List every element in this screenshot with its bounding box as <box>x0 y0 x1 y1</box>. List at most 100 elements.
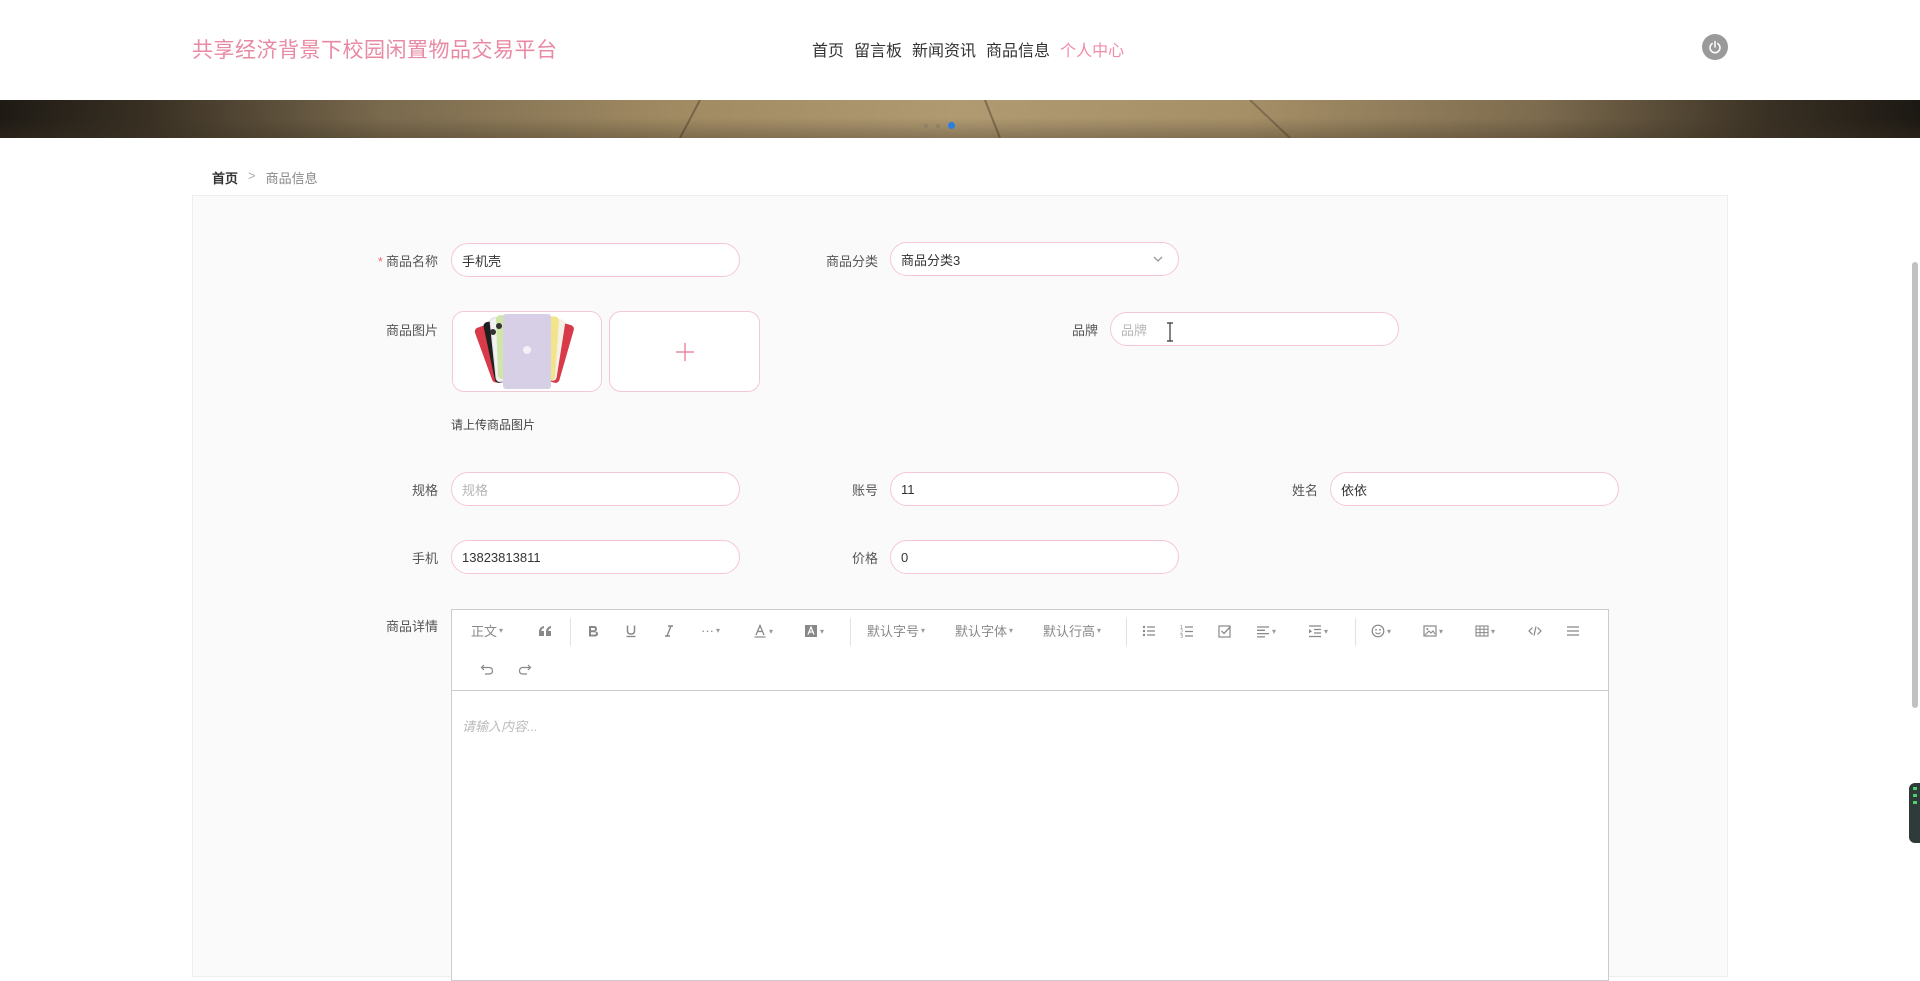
numbered-list-button[interactable]: 123 <box>1180 620 1194 642</box>
price-label: 价格 <box>851 551 878 566</box>
breadcrumb-home[interactable]: 首页 <box>212 168 238 187</box>
indicator-icon <box>1913 801 1917 804</box>
bold-icon <box>589 626 598 637</box>
plus-icon <box>675 342 694 361</box>
upload-tip: 请上传商品图片 <box>451 418 536 432</box>
nav-item-home[interactable]: 首页 <box>812 37 844 61</box>
indicator-icon <box>1913 794 1917 797</box>
price-value: 0 <box>901 549 909 565</box>
spec-label: 规格 <box>411 483 438 498</box>
checkbox-icon <box>1218 625 1231 638</box>
spec-input[interactable]: 规格 <box>451 472 740 506</box>
image-button[interactable]: ▾ <box>1423 620 1443 642</box>
account-label: 账号 <box>851 483 878 498</box>
rich-text-editor[interactable]: 正文▾ ···▾ ▾ ▾ 默认字号▾ 默认字体▾ 默认行高▾ 123 <box>451 609 1609 981</box>
banner-floor-lines <box>679 100 1291 138</box>
undo-button[interactable] <box>480 658 494 680</box>
category-value: 商品分类3 <box>901 252 961 268</box>
divider-line-button[interactable] <box>1566 620 1580 642</box>
font-family-select[interactable]: 默认字体 ▾ <box>955 619 1013 641</box>
redo-button[interactable] <box>518 658 532 680</box>
detail-label: 商品详情 <box>385 619 438 634</box>
nav-item-personal-center[interactable]: 个人中心 <box>1060 37 1124 61</box>
heading-select-label: 正文 <box>471 623 498 639</box>
breadcrumb-separator: > <box>248 168 256 183</box>
blockquote-button[interactable] <box>538 620 552 642</box>
code-icon <box>1528 626 1542 636</box>
indent-button[interactable]: ▾ <box>1308 620 1328 642</box>
background-color-button[interactable]: ▾ <box>804 620 824 642</box>
required-mark: * <box>377 254 383 269</box>
nav-item-news[interactable]: 新闻资讯 <box>912 37 976 61</box>
bulleted-list-icon <box>1142 625 1155 637</box>
carousel-dot[interactable] <box>924 123 928 128</box>
carousel-indicators <box>924 122 955 129</box>
table-icon <box>1475 625 1489 637</box>
nav-item-products[interactable]: 商品信息 <box>986 37 1050 61</box>
toolbar-divider <box>850 618 851 646</box>
page-scrollbar[interactable] <box>1912 262 1918 708</box>
quote-icon <box>539 626 551 636</box>
category-select[interactable]: 商品分类3 <box>890 242 1179 276</box>
nav-item-message-board[interactable]: 留言板 <box>854 37 902 61</box>
ellipsis-icon: ··· <box>701 622 714 638</box>
price-input[interactable]: 0 <box>890 540 1179 574</box>
italic-icon <box>665 625 673 637</box>
font-family-label: 默认字体 <box>955 623 1008 639</box>
background-color-icon <box>805 625 817 637</box>
align-button[interactable]: ▾ <box>1256 620 1276 642</box>
indicator-icon <box>1913 787 1917 790</box>
more-format-button[interactable]: ··· ▾ <box>701 619 720 641</box>
phone-case-image <box>453 312 601 391</box>
font-color-button[interactable]: ▾ <box>753 620 773 642</box>
category-label: 商品分类 <box>825 254 878 269</box>
product-name-label-text: 商品名称 <box>385 254 438 269</box>
horizontal-rule-icon <box>1567 626 1579 636</box>
phone-input[interactable]: 13823813811 <box>451 540 740 574</box>
carousel-dot-active[interactable] <box>948 122 955 129</box>
realname-label: 姓名 <box>1291 483 1318 498</box>
text-cursor-icon <box>1167 322 1173 342</box>
line-height-select[interactable]: 默认行高 ▾ <box>1043 619 1101 641</box>
image-icon <box>1423 625 1437 637</box>
italic-button[interactable] <box>662 620 676 642</box>
indent-icon <box>1309 625 1321 638</box>
font-size-select[interactable]: 默认字号 ▾ <box>867 619 925 641</box>
emoji-icon <box>1371 624 1385 638</box>
brand-input[interactable]: 品牌 <box>1110 312 1399 346</box>
table-button[interactable]: ▾ <box>1475 620 1495 642</box>
align-left-icon <box>1257 626 1269 638</box>
breadcrumb-current: 商品信息 <box>265 171 318 186</box>
breadcrumb: 首页 > 商品信息 <box>212 168 318 187</box>
toolbar-divider <box>1126 618 1127 646</box>
carousel-dot[interactable] <box>936 123 940 128</box>
bulleted-list-button[interactable] <box>1142 620 1156 642</box>
bold-button[interactable] <box>586 620 600 642</box>
brand-label: 品牌 <box>1071 323 1098 338</box>
line-height-label: 默认行高 <box>1043 623 1096 639</box>
todo-button[interactable] <box>1218 620 1232 642</box>
account-input[interactable]: 11 <box>890 472 1179 506</box>
chevron-down-icon <box>1153 256 1163 262</box>
font-color-icon <box>754 624 766 638</box>
code-button[interactable] <box>1528 620 1542 642</box>
product-name-value: 手机壳 <box>462 253 502 269</box>
product-image-thumbnail[interactable] <box>452 311 602 392</box>
underline-icon <box>626 625 636 638</box>
site-title[interactable]: 共享经济背景下校园闲置物品交易平台 <box>192 34 558 64</box>
add-image-button[interactable] <box>609 311 760 392</box>
side-widget-button[interactable] <box>1909 783 1920 843</box>
undo-icon <box>480 664 494 675</box>
emoji-button[interactable]: ▾ <box>1371 620 1391 642</box>
phone-label: 手机 <box>411 551 438 566</box>
numbered-list-icon: 123 <box>1180 625 1193 638</box>
product-name-input[interactable]: 手机壳 <box>451 243 740 277</box>
product-name-label: * 商品名称 <box>338 251 438 270</box>
editor-toolbar: 正文▾ ···▾ ▾ ▾ 默认字号▾ 默认字体▾ 默认行高▾ 123 <box>452 610 1608 691</box>
heading-select[interactable]: 正文 ▾ <box>471 619 503 641</box>
underline-button[interactable] <box>624 620 638 642</box>
logout-button[interactable] <box>1702 34 1728 60</box>
product-image-label: 商品图片 <box>385 323 438 338</box>
banner-carousel[interactable] <box>0 100 1920 138</box>
realname-input[interactable]: 依依 <box>1330 472 1619 506</box>
